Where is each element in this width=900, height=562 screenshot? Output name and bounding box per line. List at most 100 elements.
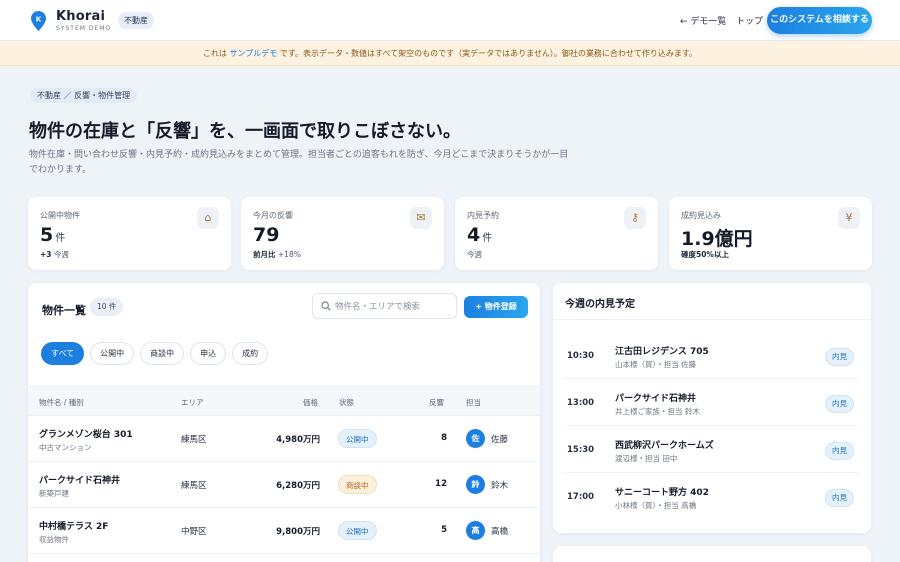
banner-text-pre: これは <box>202 49 230 58</box>
schedule-property[interactable]: 江古田レジデンス 705 <box>615 344 709 357</box>
search-box[interactable] <box>312 293 457 319</box>
property-name[interactable]: 中村橋テラス 2F <box>39 519 108 532</box>
column-status[interactable]: 状態 <box>339 397 354 408</box>
brand-name[interactable]: Khorai <box>56 9 105 24</box>
status-filter-tabs: すべて 公開中 商談中 申込 成約 <box>41 342 269 365</box>
search-input[interactable] <box>335 298 453 315</box>
property-list-title: 物件一覧 <box>42 304 86 317</box>
schedule-client: 井上様ご家族・担当 鈴木 <box>615 407 700 416</box>
add-property-button[interactable]: + 物件登録 <box>464 296 528 318</box>
viewing-tag: 内見 <box>825 442 854 460</box>
property-price: 9,800万円 <box>276 527 320 537</box>
app-header: K Khorai SYSTEM DEMO 不動産 ← デモ一覧 トップ このシス… <box>0 0 900 41</box>
schedule-time: 10:30 <box>567 351 595 361</box>
stat-label: 公開中物件 <box>40 211 80 220</box>
property-price: 6,280万円 <box>276 481 320 491</box>
table-row[interactable]: グランメゾン桜台 301 中古マンション 練馬区 4,980万円 公開中 8 佐… <box>28 416 540 462</box>
table-row[interactable]: パークサイド石神井 新築戸建 練馬区 6,280万円 商談中 12 鈴 鈴木 <box>28 462 540 508</box>
stat-value: 4件 <box>467 224 493 246</box>
assignee-name: 高橋 <box>491 527 509 537</box>
table-row[interactable]: 中村橋テラス 2F 収益物件 中野区 9,800万円 公開中 5 高 高橋 <box>28 508 540 554</box>
status-badge: 公開中 <box>338 521 377 540</box>
property-area: 中野区 <box>181 527 207 537</box>
filter-negotiating[interactable]: 商談中 <box>140 342 185 365</box>
top-link[interactable]: トップ <box>736 14 763 27</box>
banner-text-post: です。表示データ・数値はすべて架空のものです（実データではありません）。御社の業… <box>277 49 698 58</box>
stat-card-viewings: 内見予約 4件 今週 ⚷ <box>455 197 658 270</box>
page-title: 物件の在庫と「反響」を、一画面で取りこぼさない。 <box>29 121 461 142</box>
property-count-badge: 10 件 <box>90 298 124 316</box>
property-name[interactable]: パークサイド石神井 <box>39 473 120 486</box>
assignee-name: 佐藤 <box>491 435 509 445</box>
stat-value: 79 <box>253 224 280 246</box>
schedule-property[interactable]: 西武柳沢パークホームズ <box>615 438 714 451</box>
schedule-client: 山本様（買）・担当 佐藤 <box>615 360 697 369</box>
category-badge: 不動産 <box>118 12 154 29</box>
filter-applied[interactable]: 申込 <box>190 342 227 365</box>
property-type: 新築戸建 <box>39 489 69 498</box>
avatar: 鈴 <box>466 475 485 494</box>
schedule-item[interactable]: 17:00 サニーコート野方 402 小林様（買）・担当 高橋 内見 <box>565 474 858 520</box>
search-icon <box>321 301 331 311</box>
response-count: 5 <box>441 525 447 535</box>
stat-value: 5件 <box>40 224 66 246</box>
filter-listed[interactable]: 公開中 <box>90 342 135 365</box>
status-badge: 商談中 <box>338 475 377 494</box>
banner-highlight: サンプルデモ <box>229 49 278 58</box>
demo-list-link[interactable]: ← デモ一覧 <box>680 14 726 27</box>
stat-label: 今月の反響 <box>253 211 293 220</box>
assignee-name: 鈴木 <box>491 481 509 491</box>
schedule-property[interactable]: パークサイド石神井 <box>615 391 696 404</box>
stat-value: 1.9億円 <box>681 228 753 250</box>
property-list-panel: 物件一覧 10 件 + 物件登録 すべて 公開中 商談中 申込 成約 物件名 /… <box>28 283 540 562</box>
viewing-tag: 内見 <box>825 489 854 507</box>
stat-card-forecast: 成約見込み 1.9億円 確度50%以上 ¥ <box>669 197 872 270</box>
next-panel <box>553 546 871 562</box>
property-type: 収益物件 <box>39 535 69 544</box>
viewing-tag: 内見 <box>825 395 854 413</box>
column-area[interactable]: エリア <box>181 397 204 408</box>
filter-closed[interactable]: 成約 <box>232 342 269 365</box>
demo-notice-banner: これは サンプルデモ です。表示データ・数値はすべて架空のものです（実データでは… <box>0 41 900 66</box>
stat-sub: +3 今週 <box>40 250 69 259</box>
schedule-title: 今週の内見予定 <box>565 299 635 310</box>
table-header: 物件名 / 種別 エリア 価格 状態 反響 担当 <box>28 386 540 416</box>
schedule-time: 17:00 <box>567 492 595 502</box>
column-name[interactable]: 物件名 / 種別 <box>39 397 84 408</box>
stat-label: 成約見込み <box>681 211 721 220</box>
property-name[interactable]: グランメゾン桜台 301 <box>39 427 133 440</box>
logo-pin-icon[interactable]: K <box>31 11 46 31</box>
column-price[interactable]: 価格 <box>303 397 318 408</box>
viewing-schedule-panel: 今週の内見予定 10:30 江古田レジデンス 705 山本様（買）・担当 佐藤 … <box>553 283 871 533</box>
mail-icon: ✉ <box>410 207 432 229</box>
schedule-time: 13:00 <box>567 398 595 408</box>
key-icon: ⚷ <box>624 207 646 229</box>
schedule-item[interactable]: 10:30 江古田レジデンス 705 山本様（買）・担当 佐藤 内見 <box>565 333 858 379</box>
filter-all[interactable]: すべて <box>41 342 85 365</box>
consult-button[interactable]: このシステムを相談する <box>767 7 872 34</box>
property-area: 練馬区 <box>181 435 207 445</box>
brand-subtitle: SYSTEM DEMO <box>56 25 112 32</box>
avatar: 高 <box>466 521 485 540</box>
page-description: 物件在庫・問い合わせ反響・内見予約・成約見込みをまとめて管理。担当者ごとの追客も… <box>29 150 569 175</box>
schedule-item[interactable]: 15:30 西武柳沢パークホームズ 渡辺様・担当 田中 内見 <box>565 427 858 473</box>
schedule-item[interactable]: 13:00 パークサイド石神井 井上様ご家族・担当 鈴木 内見 <box>565 380 858 426</box>
column-assignee[interactable]: 担当 <box>466 397 481 408</box>
svg-text:K: K <box>36 16 42 24</box>
status-badge: 公開中 <box>338 429 377 448</box>
schedule-property[interactable]: サニーコート野方 402 <box>615 485 709 498</box>
viewing-tag: 内見 <box>825 348 854 366</box>
schedule-time: 15:30 <box>567 445 595 455</box>
property-area: 練馬区 <box>181 481 207 491</box>
column-responses[interactable]: 反響 <box>429 397 444 408</box>
schedule-client: 小林様（買）・担当 高橋 <box>615 501 697 510</box>
breadcrumb[interactable]: 不動産 ／ 反響・物件管理 <box>30 88 138 103</box>
stat-sub: 今週 <box>467 250 482 259</box>
avatar: 佐 <box>466 429 485 448</box>
house-icon: ⌂ <box>197 207 219 229</box>
stat-label: 内見予約 <box>467 211 499 220</box>
stat-card-listed: 公開中物件 5件 +3 今週 ⌂ <box>28 197 231 270</box>
money-bag-icon: ¥ <box>838 207 860 229</box>
stat-sub: 確度50%以上 <box>681 250 729 259</box>
stat-card-responses: 今月の反響 79 前月比 +18% ✉ <box>241 197 444 270</box>
